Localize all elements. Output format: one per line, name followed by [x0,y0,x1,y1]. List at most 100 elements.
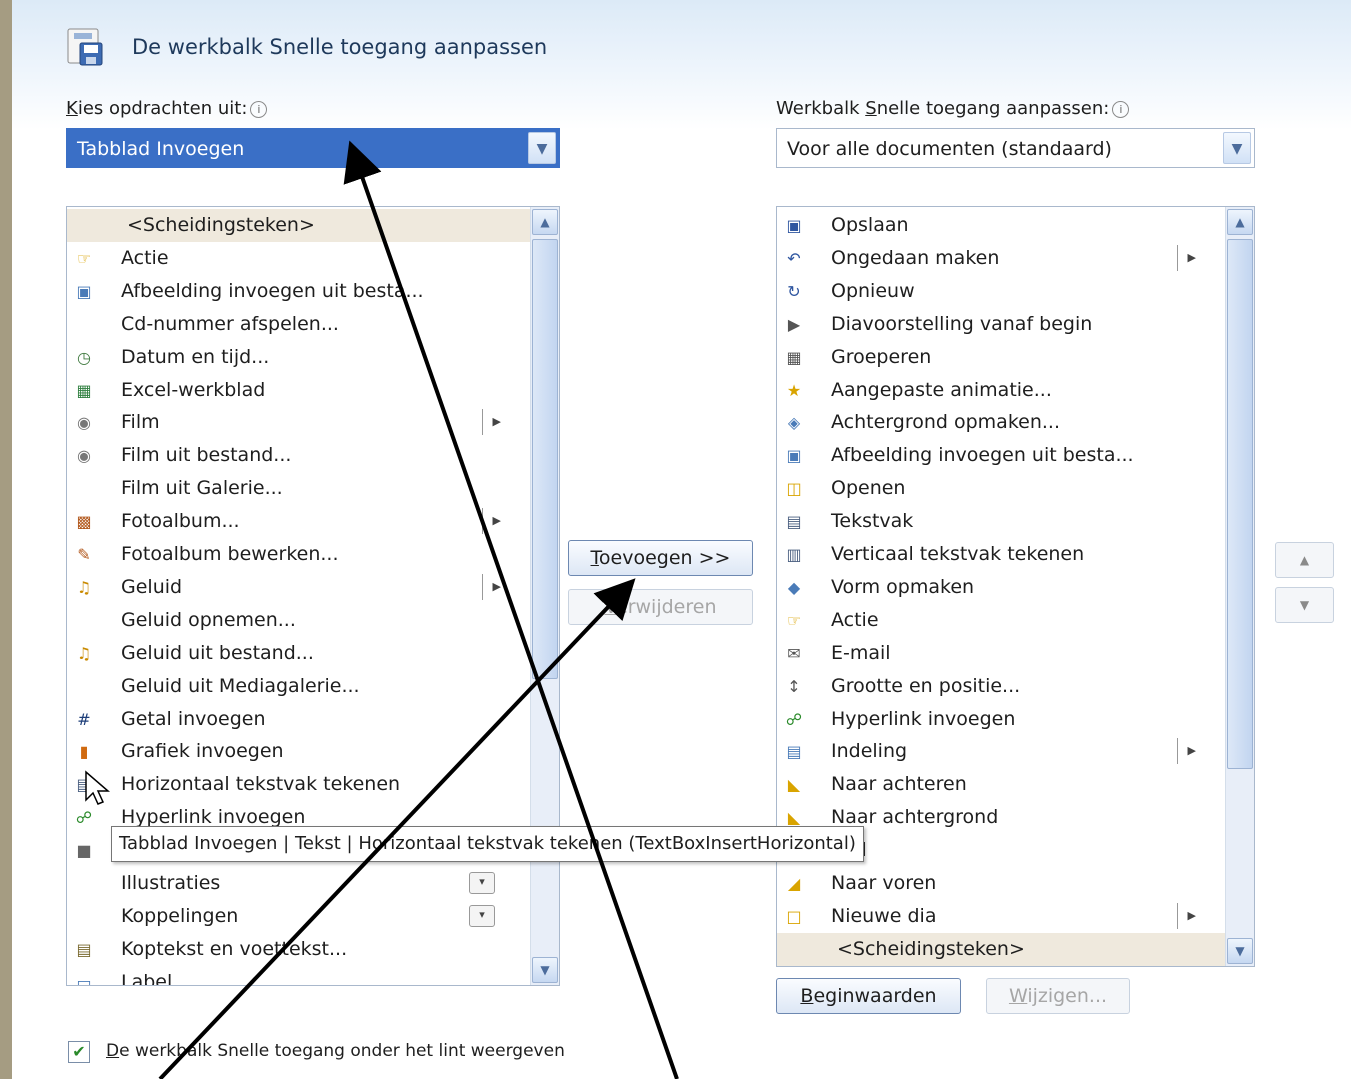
reset-button[interactable]: Beginwaarden [776,978,961,1014]
list-item[interactable]: ✉ E-mail [777,637,1226,670]
list-item-label: Film uit bestand... [121,444,292,467]
vertical-textbox-icon: ▥ [786,545,802,564]
info-icon: i [250,101,268,118]
scroll-thumb[interactable] [532,239,558,679]
list-item-label: Aangepaste animatie... [831,378,1052,401]
list-item[interactable]: # Getal invoegen [67,703,531,736]
scroll-thumb[interactable] [1227,239,1253,769]
list-item[interactable]: ↶ Ongedaan maken ▶ [777,242,1226,275]
scroll-down-icon[interactable]: ▼ [1227,938,1253,964]
add-button[interactable]: Toevoegen >> [568,540,753,576]
move-up-button[interactable]: ▲ [1275,542,1334,578]
modify-button[interactable]: Wijzigen... [986,978,1130,1014]
submenu-arrow-icon: ▶ [482,508,501,535]
action-icon: ☞ [786,610,802,630]
list-item[interactable]: Geluid opnemen... [67,604,531,637]
header-footer-icon: ▤ [76,939,92,959]
remove-button[interactable]: Verwijderen [568,589,753,625]
list-item[interactable]: □ Nieuwe dia ▶ [777,900,1226,933]
list-item[interactable]: ▮ Grafiek invoegen [67,735,531,768]
list-item[interactable]: ↻ Opnieuw [777,275,1226,308]
list-item-label: Geluid uit Mediagalerie... [121,674,360,697]
list-item[interactable]: ☞ Actie [777,604,1226,637]
list-item[interactable]: ▣ Afbeelding invoegen uit besta... [777,439,1226,472]
list-item[interactable]: ↕ Grootte en positie... [777,670,1226,703]
scroll-down-icon[interactable]: ▼ [532,957,558,983]
list-item[interactable]: Cd-nummer afspelen... [67,308,531,341]
list-item-label: Diavoorstelling vanaf begin [831,312,1093,335]
scroll-up-icon[interactable]: ▲ [532,209,558,235]
list-item[interactable]: ♫ Geluid uit bestand... [67,637,531,670]
list-item[interactable]: ▤ Koptekst en voettekst... [67,933,531,966]
bring-forward-icon: ◢ [787,874,801,893]
list-item[interactable]: ☞ Actie [67,242,531,275]
show-below-ribbon-checkbox[interactable]: ✔ [68,1041,90,1063]
chart-icon: ▮ [79,742,89,762]
right-list-scrollbar[interactable]: ▲ ▼ [1225,207,1254,966]
list-item-label: Geluid opnemen... [121,608,296,631]
list-item[interactable]: ◷ Datum en tijd... [67,341,531,374]
list-item[interactable]: ◣ Naar achteren [777,768,1226,801]
available-commands-list[interactable]: Mediaclips▾▭Label▤Koptekst en voettekst.… [66,206,560,986]
choose-commands-dropdown[interactable]: Tabblad Invoegen ▼ [66,128,560,168]
list-item[interactable]: ◢ Naar voren [777,867,1226,900]
dialog-title: De werkbalk Snelle toegang aanpassen [132,35,548,59]
chevron-down-icon[interactable]: ▼ [1223,132,1251,164]
email-icon: ✉ [787,643,801,663]
list-item[interactable]: ◈ Achtergrond opmaken... [777,406,1226,439]
list-item-label: Openen [831,477,906,500]
list-item-label: Opnieuw [831,279,915,302]
list-item-label: Film [121,411,160,434]
list-item-label: Afbeelding invoegen uit besta... [121,279,424,302]
list-item[interactable]: Geluid uit Mediagalerie... [67,670,531,703]
list-item-label: Achtergrond opmaken... [831,411,1061,434]
list-item-label: Geluid [121,575,183,598]
list-item[interactable]: ▦ Excel-werkblad [67,374,531,407]
document-scope-dropdown[interactable]: Voor alle documenten (standaard) ▼ [776,128,1255,168]
list-item[interactable]: ▣ Afbeelding invoegen uit besta... [67,275,531,308]
list-item[interactable]: ✎ Fotoalbum bewerken... [67,538,531,571]
list-item[interactable]: Koppelingen ▾ [67,900,531,933]
list-item[interactable]: ▥ Verticaal tekstvak tekenen [777,538,1226,571]
scroll-up-icon[interactable]: ▲ [1227,209,1253,235]
list-item[interactable]: ◉ Film ▶ [67,406,531,439]
object-icon: ■ [76,841,92,861]
chevron-down-icon[interactable]: ▼ [528,132,556,164]
photo-album-icon: ▩ [76,512,92,532]
format-shape-icon: ◆ [787,577,801,597]
list-item-label: Grootte en positie... [831,674,1021,697]
list-item[interactable]: ◉ Film uit bestand... [67,439,531,472]
list-item-label: Tekstvak [831,510,914,533]
redo-icon: ↻ [787,281,801,301]
list-item[interactable]: ▩ Fotoalbum... ▶ [67,505,531,538]
list-item[interactable]: ▤ Tekstvak [777,505,1226,538]
list-item-label: Koptekst en voettekst... [121,937,348,960]
list-item[interactable]: ★ Aangepaste animatie... [777,374,1226,407]
list-item[interactable]: ☍ Hyperlink invoegen [777,703,1226,736]
list-item[interactable]: ▤ Horizontaal tekstvak tekenen [67,768,531,801]
film-icon: ◉ [77,413,91,433]
list-item[interactable]: Illustraties ▾ [67,867,531,900]
list-item[interactable]: ♫ Geluid ▶ [67,571,531,604]
list-item[interactable]: ▭ Label [67,966,531,985]
list-item[interactable]: ▤ Indeling ▶ [777,735,1226,768]
separator-item[interactable]: <Scheidingsteken> [67,209,531,242]
list-item-label: Datum en tijd... [121,345,270,368]
list-item-label: Illustraties [121,872,221,894]
list-item[interactable]: ◫ Openen [777,472,1226,505]
left-list-scrollbar[interactable]: ▲ ▼ [530,207,559,985]
textbox-icon: ▤ [786,512,802,532]
list-item-label: Afbeelding invoegen uit besta... [831,444,1134,467]
list-item-label: E-mail [831,641,891,664]
picture-icon: ▣ [76,281,92,301]
undo-icon: ↶ [787,248,801,268]
list-item[interactable]: Film uit Galerie... [67,472,531,505]
move-down-button[interactable]: ▼ [1275,587,1334,623]
list-item[interactable]: ◆ Vorm opmaken [777,571,1226,604]
list-item[interactable]: ▶ Diavoorstelling vanaf begin [777,308,1226,341]
customize-quick-access-dialog: De werkbalk Snelle toegang aanpassen Kie… [12,0,1351,1079]
list-item[interactable]: ▦ Groeperen [777,341,1226,374]
submenu-arrow-icon: ▶ [482,409,501,436]
separator-item[interactable]: <Scheidingsteken> [777,932,1226,966]
list-item[interactable]: ▣ Opslaan [777,209,1226,242]
